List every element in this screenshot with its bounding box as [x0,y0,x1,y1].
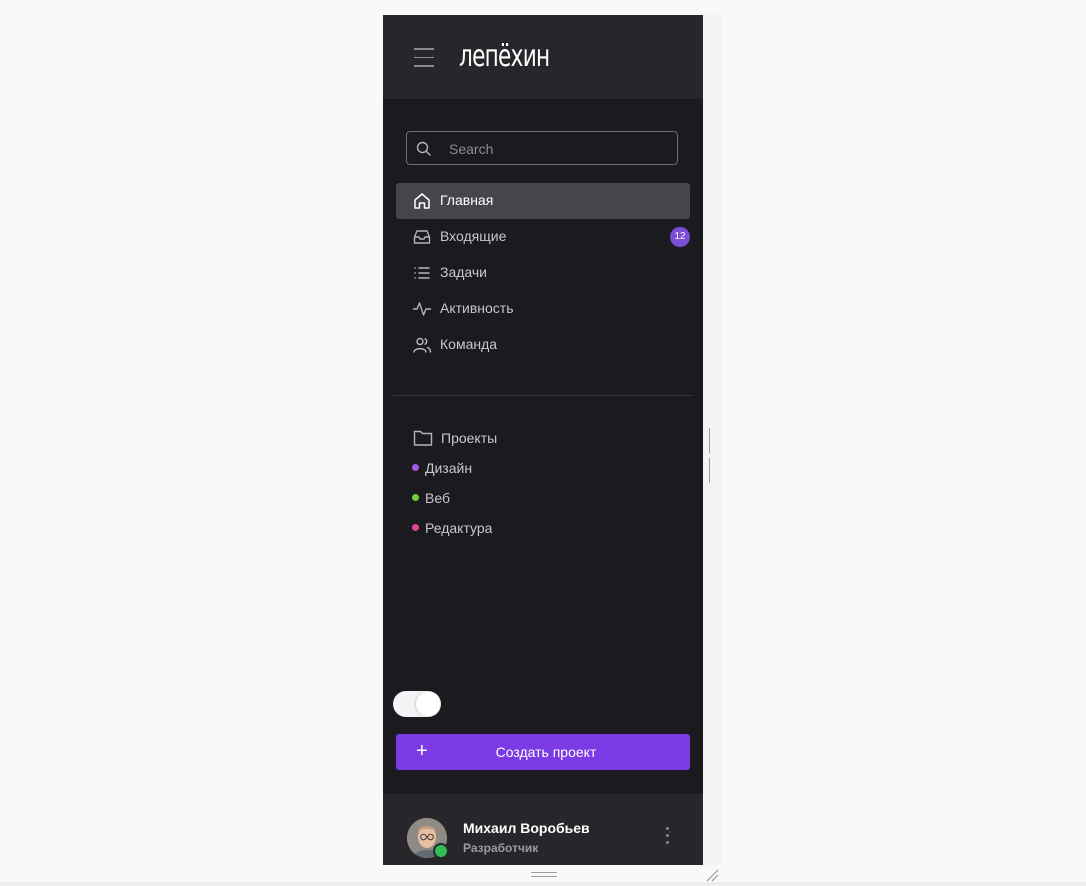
nav-item-team[interactable]: Команда [396,327,690,363]
projects-title: Проекты [441,430,498,446]
search-icon [416,141,431,156]
nav-item-activity[interactable]: Активность [396,291,690,327]
create-project-button[interactable]: + Создать проект [396,734,690,770]
activity-icon [412,302,432,316]
nav-item-label: Главная [440,192,494,208]
search-input[interactable] [447,132,671,166]
project-color-dot [412,524,419,531]
create-project-label: Создать проект [495,744,597,760]
nav-item-label: Входящие [440,228,507,244]
sidebar: лепёхин Главная Входящие 12 Задачи [383,15,703,865]
bottom-edge [0,882,1086,886]
toggle-knob [416,692,440,716]
more-options-icon[interactable] [663,827,671,847]
menu-icon[interactable] [414,48,434,68]
unread-count-badge: 12 [670,227,690,247]
nav-item-tasks[interactable]: Задачи [396,255,690,291]
corner-resize-icon[interactable] [705,868,719,882]
home-icon [414,193,430,209]
folder-icon [413,430,433,446]
nav-item-label: Задачи [440,264,488,280]
user-footer: Михаил Воробьев Разработчик [383,794,703,865]
nav-item-label: Команда [440,336,498,352]
nav-item-inbox[interactable]: Входящие 12 [396,219,690,255]
sidebar-header: лепёхин [383,15,703,99]
vertical-resize-handle[interactable] [709,428,716,483]
divider [393,395,693,396]
nav-item-home[interactable]: Главная [396,183,690,219]
project-label: Веб [425,490,450,506]
horizontal-resize-handle[interactable] [531,872,557,879]
list-icon [414,267,430,279]
inbox-icon [413,230,431,244]
project-label: Дизайн [425,460,473,476]
search-box[interactable] [406,131,678,166]
online-status-dot [433,843,449,859]
project-color-dot [412,464,419,471]
theme-toggle[interactable] [393,691,441,717]
project-label: Редактура [425,520,493,536]
project-color-dot [412,494,419,501]
user-name: Михаил Воробьев [463,820,590,836]
users-icon [413,337,432,353]
logo: лепёхин [459,39,550,74]
nav-item-label: Активность [440,300,514,316]
user-role: Разработчик [463,841,539,855]
